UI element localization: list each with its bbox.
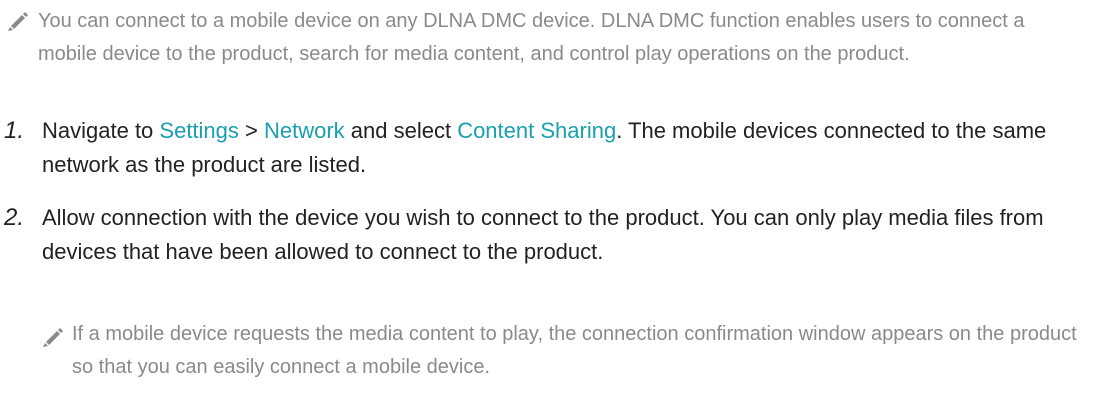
step-1-text: Navigate to Settings > Network and selec… (42, 114, 1094, 182)
step-number: 1. (4, 117, 25, 144)
step-number: 2. (4, 204, 25, 231)
step-2-text: Allow connection with the device you wis… (42, 205, 1044, 264)
step-1-prefix: Navigate to (42, 118, 160, 143)
step-1-middle: and select (344, 118, 458, 143)
network-link: Network (263, 118, 345, 143)
content-sharing-link: Content Sharing (457, 118, 617, 143)
pencil-icon (8, 12, 28, 31)
pencil-icon (43, 328, 63, 347)
note-text: You can connect to a mobile device on an… (38, 10, 1025, 65)
settings-link: Settings (159, 118, 239, 143)
sub-note-text: If a mobile device requests the media co… (72, 323, 1077, 378)
breadcrumb-separator: > (238, 118, 264, 143)
